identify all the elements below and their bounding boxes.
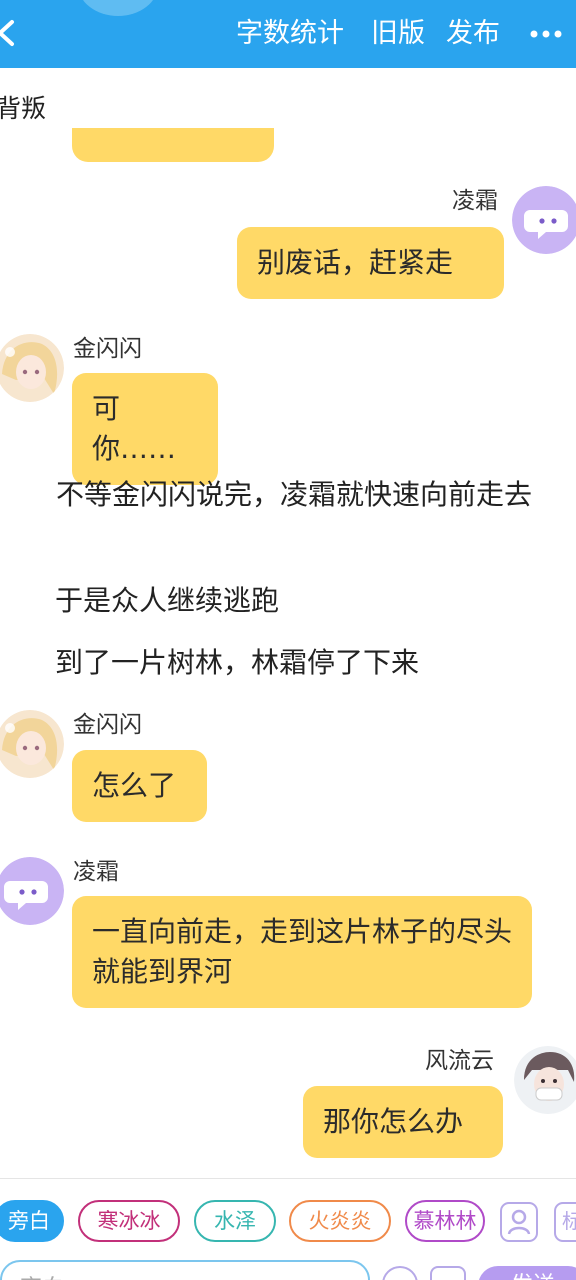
message-bubble-partial	[72, 128, 274, 162]
more-options-icon[interactable]	[528, 16, 568, 52]
truncated-message-text: 背叛	[0, 94, 47, 123]
add-role-icon[interactable]	[500, 1202, 538, 1242]
role-tag-row: 旁白 寒冰冰 水泽 火炎炎 慕林林 标	[0, 1200, 576, 1246]
word-count-button[interactable]: 字数统计	[236, 16, 344, 52]
sender-name: 风流云	[425, 1048, 494, 1074]
image-icon[interactable]	[430, 1266, 466, 1280]
narration-text[interactable]: 于是众人继续逃跑	[55, 579, 279, 623]
role-tag-4[interactable]: 慕林林	[405, 1200, 485, 1242]
chat-bubble-avatar-icon	[0, 857, 64, 925]
composer-divider	[0, 1178, 576, 1179]
send-button[interactable]: 发送	[478, 1266, 576, 1280]
person-icon	[507, 1209, 531, 1235]
role-tag-1[interactable]: 寒冰冰	[78, 1200, 180, 1242]
message-input[interactable]: 齐白	[0, 1260, 370, 1280]
sender-name: 金闪闪	[73, 712, 142, 738]
avatar[interactable]	[514, 1046, 576, 1114]
input-row: 齐白 发送	[0, 1256, 576, 1280]
narration-text[interactable]: 不等金闪闪说完，凌霜就快速向前走去	[0, 473, 560, 517]
role-tag-narration[interactable]: 旁白	[0, 1200, 64, 1242]
header-decoration	[78, 0, 158, 16]
message-bubble[interactable]: 可你……	[72, 373, 218, 485]
message-bubble[interactable]: 那你怎么办	[303, 1086, 503, 1158]
role-tag-2[interactable]: 水泽	[194, 1200, 276, 1242]
avatar[interactable]	[0, 334, 64, 402]
anime-girl-avatar-icon	[0, 710, 64, 778]
top-bar: 字数统计 旧版 发布	[0, 0, 576, 68]
old-version-button[interactable]: 旧版	[371, 16, 425, 52]
publish-button[interactable]: 发布	[446, 16, 500, 52]
back-arrow-icon[interactable]	[0, 18, 24, 48]
narration-text[interactable]: 到了一片树林，林霜停了下来	[55, 641, 419, 685]
masked-boy-avatar-icon	[514, 1046, 576, 1114]
message-bubble[interactable]: 别废话，赶紧走	[237, 227, 504, 299]
avatar[interactable]	[0, 710, 64, 778]
sender-name: 凌霜	[73, 859, 119, 885]
avatar[interactable]	[512, 186, 576, 254]
input-placeholder: 齐白	[20, 1270, 64, 1280]
role-tag-3[interactable]: 火炎炎	[289, 1200, 391, 1242]
anime-girl-avatar-icon	[0, 334, 64, 402]
message-bubble[interactable]: 一直向前走，走到这片林子的尽头就能到界河	[72, 896, 532, 1008]
sender-name: 凌霜	[452, 188, 498, 214]
chat-area[interactable]: 背叛 凌霜 别废话，赶紧走 金闪闪 可你…… 不等金闪闪说完，凌霜就快速向前走去…	[0, 68, 576, 1178]
label-icon[interactable]: 标	[554, 1202, 576, 1242]
emoji-icon[interactable]	[382, 1266, 418, 1280]
message-bubble[interactable]: 怎么了	[72, 750, 207, 822]
chat-bubble-avatar-icon	[512, 186, 576, 254]
sender-name: 金闪闪	[73, 336, 142, 362]
avatar[interactable]	[0, 857, 64, 925]
